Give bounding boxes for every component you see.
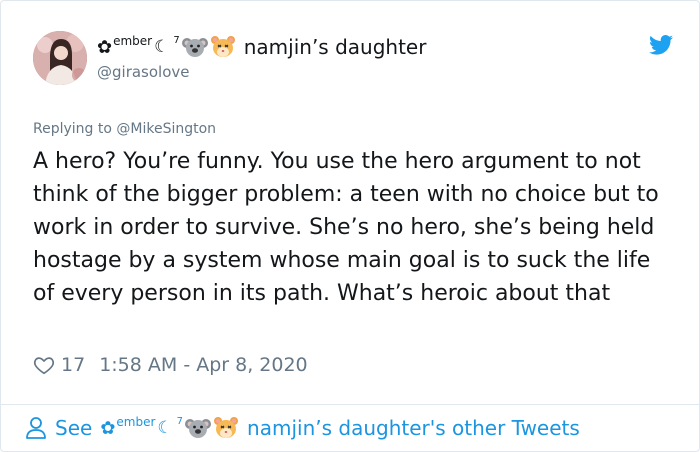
hamster-emoji-icon — [214, 417, 239, 438]
display-name[interactable]: ✿ ember ☾ 7 namjin’s daughter — [97, 33, 426, 61]
flower-glyph: ✿ — [97, 36, 113, 58]
twitter-bird-icon[interactable] — [649, 35, 673, 55]
hamster-emoji-icon — [210, 36, 235, 57]
tweet-text: A hero? You’re funny. You use the hero a… — [33, 149, 659, 306]
moon-glyph: ☾ — [157, 418, 173, 438]
superscript-text: ember — [113, 34, 153, 48]
footer-other-tweets-text: namjin’s daughter's other Tweets — [247, 416, 580, 440]
replying-to[interactable]: Replying to @MikeSington — [33, 121, 216, 137]
divider — [1, 404, 699, 405]
tweet-card: ✿ ember ☾ 7 namjin’s daughter @girasolov… — [0, 0, 700, 452]
flower-glyph: ✿ — [100, 417, 116, 439]
superscript-number: 7 — [173, 34, 180, 46]
timestamp[interactable]: 1:58 AM - Apr 8, 2020 — [99, 354, 307, 376]
heart-icon[interactable] — [33, 354, 55, 376]
display-name-text: namjin’s daughter — [243, 35, 427, 59]
superscript-number: 7 — [176, 415, 184, 427]
koala-emoji-icon — [185, 419, 212, 438]
see-label: See — [55, 416, 93, 440]
display-name-decoration: ✿ ember ☾ 7 — [97, 34, 182, 58]
author-handle[interactable]: @girasolove — [97, 63, 426, 81]
like-count: 17 — [61, 354, 86, 376]
moon-glyph: ☾ — [154, 37, 170, 57]
avatar[interactable] — [33, 31, 87, 85]
footer-name-decoration: ✿ ember ☾ 7 — [100, 415, 185, 439]
person-icon — [26, 417, 46, 439]
tweet-header: ✿ ember ☾ 7 namjin’s daughter @girasolov… — [33, 31, 673, 91]
tweet-meta: 17 1:58 AM - Apr 8, 2020 — [33, 351, 308, 379]
koala-emoji-icon — [181, 38, 208, 57]
superscript-text: ember — [116, 415, 156, 429]
author-names: ✿ ember ☾ 7 namjin’s daughter @girasolov… — [97, 33, 426, 81]
other-tweets-link[interactable]: See ✿ ember ☾ 7 namjin’s daughter's othe… — [25, 412, 580, 444]
